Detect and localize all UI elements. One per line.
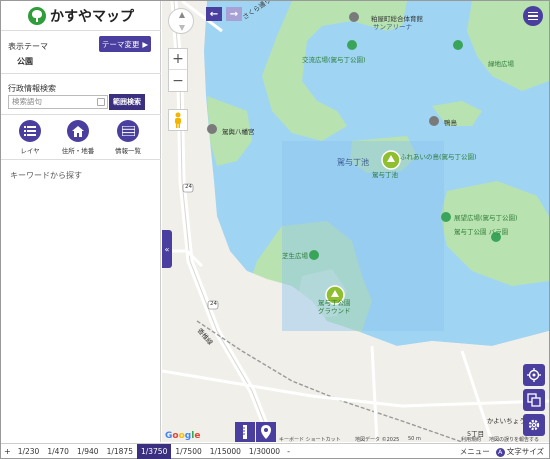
scale-option[interactable]: 1/7500 bbox=[171, 444, 205, 459]
scale-option[interactable]: 1/470 bbox=[43, 444, 73, 459]
current-location-icon[interactable] bbox=[523, 364, 545, 386]
map-label-park-ground2: グラウンド bbox=[318, 307, 351, 315]
scale-option[interactable]: 1/30000 bbox=[245, 444, 284, 459]
theme-value: 公園 bbox=[17, 57, 33, 66]
compass-control[interactable] bbox=[168, 8, 194, 34]
info-list-button[interactable]: 情報一覧 bbox=[108, 120, 148, 155]
divider bbox=[1, 159, 161, 160]
keyboard-shortcuts-link[interactable]: キーボード ショートカット bbox=[279, 436, 341, 443]
layers-label: レイヤ bbox=[20, 147, 40, 155]
hamburger-menu-icon[interactable] bbox=[523, 6, 543, 26]
app-logo[interactable]: かすやマップ bbox=[1, 1, 161, 31]
layers-list-icon bbox=[19, 120, 41, 142]
scale-selector-bar: + 1/230 1/470 1/940 1/1875 1/3750 1/7500… bbox=[1, 443, 549, 459]
road-number: 24 bbox=[185, 184, 192, 190]
triangle-right-icon: ▶ bbox=[142, 39, 149, 49]
layers-button[interactable]: レイヤ bbox=[10, 120, 50, 155]
forward-arrow-icon[interactable]: → bbox=[226, 7, 242, 21]
info-list-label: 情報一覧 bbox=[115, 147, 141, 155]
ruler-icon[interactable] bbox=[235, 422, 255, 442]
map-label-shrine: 駕輿八幡宮 bbox=[222, 128, 255, 136]
keyword-search-label[interactable]: キーワードから探す bbox=[10, 170, 82, 181]
clear-icon[interactable] bbox=[97, 98, 105, 106]
back-arrow-icon[interactable]: ← bbox=[206, 7, 222, 21]
collapse-sidebar-button[interactable]: « bbox=[162, 230, 172, 268]
map-label-pond-sub: 駕与丁池 bbox=[372, 171, 398, 179]
map-label-kamome: 鴨島 bbox=[444, 119, 457, 127]
map-data-attribution: 地図データ ©2025 bbox=[355, 437, 400, 443]
sidebar: かすやマップ 表示テーマ テーマ変更 ▶ 公園 行政情報検索 検索語句 範囲検索… bbox=[1, 1, 161, 442]
menu-link[interactable]: メニュー bbox=[460, 446, 490, 457]
map-scale-label: 50 m bbox=[408, 436, 421, 442]
zoom-out-button[interactable]: − bbox=[169, 70, 187, 91]
scale-option[interactable]: 1/15000 bbox=[206, 444, 245, 459]
search-input[interactable]: 検索語句 bbox=[8, 95, 108, 109]
google-logo: Google bbox=[165, 431, 201, 441]
report-error-link[interactable]: 地図の誤りを報告する bbox=[489, 436, 539, 443]
road-number: 24 bbox=[210, 301, 217, 307]
zoom-in-button[interactable]: + bbox=[169, 49, 187, 70]
address-label: 住所・地番 bbox=[61, 147, 95, 155]
range-search-button[interactable]: 範囲検索 bbox=[109, 94, 145, 110]
map-label-exchange-plaza: 交流広場(駕与丁公園) bbox=[302, 56, 366, 64]
map-label-rose-garden: 駕与丁公園 バラ園 bbox=[454, 228, 509, 236]
search-placeholder: 検索語句 bbox=[12, 97, 42, 106]
bottom-right-menu: メニュー A 文字サイズ bbox=[460, 444, 544, 459]
list-table-icon bbox=[117, 120, 139, 142]
map-pin-icon[interactable] bbox=[256, 422, 276, 442]
theme-change-button[interactable]: テーマ変更 ▶ bbox=[99, 36, 151, 52]
scale-option-active[interactable]: 1/3750 bbox=[136, 443, 172, 459]
terms-link[interactable]: 利用規約 bbox=[461, 436, 481, 443]
map-label-lawn-plaza: 芝生広場 bbox=[282, 252, 308, 260]
copy-layers-icon[interactable] bbox=[523, 389, 545, 411]
town-emblem-icon bbox=[28, 6, 46, 25]
scale-plus-button[interactable]: + bbox=[1, 447, 14, 456]
map-label-green-plaza: 緑地広場 bbox=[488, 60, 514, 68]
map-label-lookout: 展望広場(駕与丁公園) bbox=[454, 214, 518, 222]
app-title: かすやマップ bbox=[50, 8, 134, 25]
font-size-label: 文字サイズ bbox=[506, 447, 544, 456]
scale-option[interactable]: 1/940 bbox=[73, 444, 103, 459]
divider bbox=[1, 114, 161, 115]
street-view-pegman-icon[interactable] bbox=[168, 109, 188, 131]
theme-change-label: テーマ変更 bbox=[101, 39, 140, 49]
scale-option[interactable]: 1/1875 bbox=[103, 444, 137, 459]
scale-minus-button[interactable]: - bbox=[284, 447, 293, 456]
house-icon bbox=[67, 120, 89, 142]
map-canvas[interactable]: 粕屋町総合体育館 サンアリーナ 交流広場(駕与丁公園) 緑地広場 駕輿八幡宮 鴨… bbox=[162, 1, 549, 442]
theme-label: 表示テーマ bbox=[8, 42, 48, 51]
zoom-control: + − bbox=[168, 48, 188, 92]
map-label-pond: 駕与丁池 bbox=[337, 158, 369, 167]
scale-option[interactable]: 1/230 bbox=[14, 444, 44, 459]
font-size-link[interactable]: A 文字サイズ bbox=[495, 446, 544, 457]
address-button[interactable]: 住所・地番 bbox=[58, 120, 98, 155]
divider bbox=[1, 73, 161, 74]
map-label-kayoi: かよいちょう bbox=[487, 417, 526, 425]
gear-icon[interactable] bbox=[523, 414, 545, 436]
font-size-icon: A bbox=[495, 448, 505, 457]
map-label-sunarena: サンアリーナ bbox=[373, 23, 412, 31]
map-label-island: ふれあいの島(駕与丁公園) bbox=[400, 153, 477, 161]
admin-search-label: 行政情報検索 bbox=[8, 84, 56, 93]
